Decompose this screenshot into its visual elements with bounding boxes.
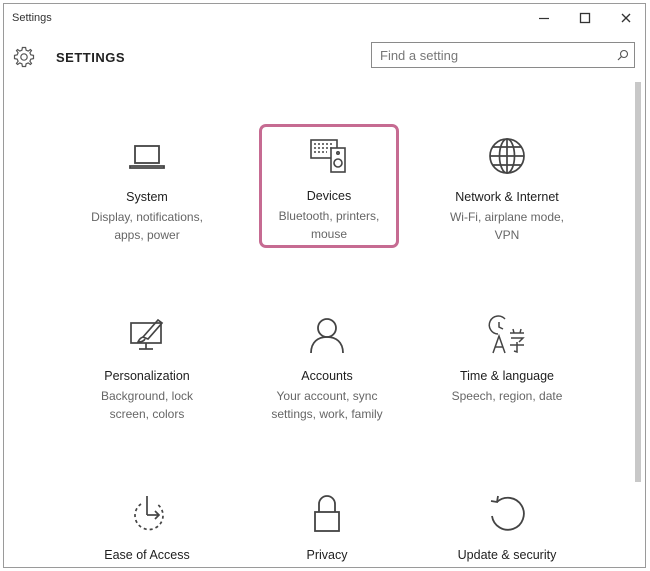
scrollbar-thumb[interactable] [635,82,641,482]
category-name: Devices [306,189,352,203]
category-personalization[interactable]: Personalization Background, lock screen,… [57,303,237,443]
close-icon [621,13,631,23]
devices-icon [310,139,346,173]
close-button[interactable] [606,6,645,30]
search-icon [617,49,629,61]
person-icon [310,318,344,354]
category-description: Speech, region, date [451,389,563,403]
category-description: Your account, sync settings, work, famil… [271,389,383,421]
category-name: Personalization [104,369,190,383]
category-network[interactable]: Network & Internet Wi-Fi, airplane mode,… [417,124,597,264]
category-description: Display, notifications, apps, power [91,210,203,242]
ease-of-access-icon [134,496,164,531]
category-name: Privacy [306,548,348,562]
category-system[interactable]: System Display, notifications, apps, pow… [57,124,237,264]
globe-icon [489,138,525,174]
search-button[interactable] [612,44,634,66]
category-devices[interactable]: Devices Bluetooth, printers, mouse [259,124,399,248]
search-box[interactable] [371,42,635,68]
category-description: Wi-Fi, airplane mode, VPN [449,210,565,242]
category-description: Background, lock screen, colors [100,389,194,421]
category-accounts[interactable]: Accounts Your account, sync settings, wo… [237,303,417,443]
title-bar: Settings [4,4,645,32]
lock-icon [314,495,340,532]
time-language-icon [488,315,525,354]
category-name: System [126,190,168,204]
paint-monitor-icon [130,318,164,350]
settings-header: SETTINGS [4,32,645,82]
category-description: Bluetooth, printers, mouse [278,209,380,241]
minimize-button[interactable] [524,6,564,30]
minimize-icon [539,17,549,20]
laptop-icon [129,145,165,169]
category-name: Accounts [301,369,353,383]
category-name: Ease of Access [104,548,190,562]
category-name: Network & Internet [455,190,559,204]
category-ease-of-access[interactable]: Ease of Access [57,482,237,567]
category-time-language[interactable]: Time & language Speech, region, date [417,303,597,443]
settings-window: Settings SETTINGS Find a setting System … [3,3,646,568]
window-title: Settings [12,12,52,24]
gear-icon [13,46,35,68]
category-name: Update & security [457,548,557,562]
update-icon [490,495,525,531]
category-grid: System Display, notifications, apps, pow… [4,82,634,567]
maximize-button[interactable] [565,6,605,30]
vertical-scrollbar[interactable] [634,82,642,562]
category-name: Time & language [459,369,555,383]
category-update-security[interactable]: Update & security [417,482,597,567]
page-title: SETTINGS [56,50,126,65]
search-input[interactable] [372,44,612,66]
category-privacy[interactable]: Privacy [237,482,417,567]
maximize-icon [579,12,591,24]
